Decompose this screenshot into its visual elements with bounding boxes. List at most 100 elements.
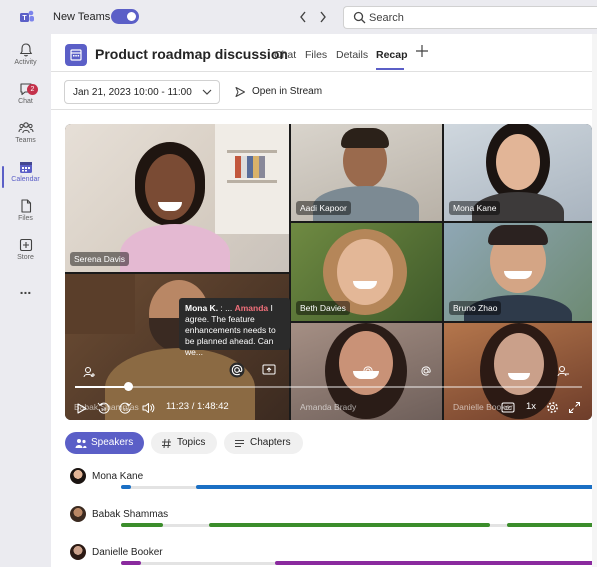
fullscreen-icon[interactable] [568, 401, 581, 414]
chapters-tab-label: Chapters [250, 437, 291, 448]
speaker-row[interactable]: Babak Shammas [51, 506, 597, 544]
speaking-segment[interactable] [121, 485, 131, 489]
speaker-timeline[interactable] [121, 561, 597, 565]
forward-10-icon[interactable]: 10 [119, 401, 132, 415]
calendar-icon [19, 162, 32, 173]
mention-marker-icon[interactable] [361, 364, 375, 378]
calendar-icon [70, 49, 82, 61]
chapters-tab[interactable]: Chapters [224, 432, 303, 454]
playback-speed-button[interactable]: 1x [526, 401, 536, 412]
open-in-stream-button[interactable]: Open in Stream [234, 86, 322, 97]
active-tab-indicator [376, 68, 404, 70]
rail-item-store[interactable]: Store [0, 237, 51, 275]
screenshare-marker-icon[interactable] [262, 364, 276, 376]
topics-tab[interactable]: Topics [151, 432, 217, 454]
meeting-title: Product roadmap discussion [95, 46, 288, 62]
settings-gear-icon[interactable] [546, 401, 559, 414]
tooltip-mention: Amanda [234, 303, 269, 313]
meeting-date-range: Jan 21, 2023 10:00 - 11:00 [73, 87, 192, 98]
participant-leave-icon[interactable] [556, 364, 570, 378]
participant-tile: Bruno Zhao [444, 223, 592, 321]
avatar [70, 506, 86, 522]
progress-fill [75, 386, 128, 388]
rail-item-chat[interactable]: 2 Chat [0, 81, 51, 119]
mention-marker-icon[interactable] [229, 362, 245, 378]
rewind-10-icon[interactable]: 10 [97, 401, 110, 415]
speaker-row[interactable]: Danielle Booker [51, 544, 597, 567]
store-icon [19, 238, 32, 252]
participant-name: Beth Davies [296, 301, 350, 315]
rail-item-activity[interactable]: Activity [0, 42, 51, 80]
toolbar-divider [51, 109, 597, 110]
header-divider [51, 71, 597, 72]
people-icon [75, 439, 87, 448]
new-teams-label: New Teams [53, 11, 111, 23]
speaking-segment[interactable] [546, 561, 597, 565]
mention-marker-icon[interactable] [419, 364, 433, 378]
rail-label: Activity [14, 59, 37, 66]
rail-item-calendar[interactable]: Calendar [0, 159, 51, 197]
svg-text:T: T [22, 15, 27, 22]
svg-text:CC: CC [504, 406, 512, 412]
participant-join-icon[interactable] [82, 365, 96, 379]
bookshelf [215, 124, 289, 234]
speakers-tab[interactable]: Speakers [65, 432, 144, 454]
stream-play-icon [235, 87, 245, 97]
teams-logo-icon: T [20, 10, 34, 22]
participant-face [496, 134, 540, 190]
rail-item-files[interactable]: Files [0, 198, 51, 236]
tab-recap[interactable]: Recap [376, 49, 408, 61]
progress-thumb[interactable] [123, 382, 133, 391]
more-apps-button[interactable]: ... [0, 282, 51, 322]
speaker-timeline[interactable] [121, 523, 597, 527]
speaker-row[interactable]: Mona Kane [51, 468, 597, 506]
toggle-knob [127, 12, 136, 21]
speaking-segment[interactable] [121, 561, 141, 565]
captions-icon[interactable]: CC [501, 402, 515, 413]
chevron-down-icon [202, 89, 212, 95]
add-tab-icon[interactable] [415, 44, 429, 58]
speaker-name: Babak Shammas [92, 509, 169, 520]
app-rail: Activity 2 Chat Teams Calendar Files Sto… [0, 34, 51, 567]
page-scrollbar[interactable] [592, 34, 597, 567]
participant-name: Bruno Zhao [449, 301, 502, 315]
chevron-right-icon[interactable] [318, 9, 328, 25]
tab-files[interactable]: Files [305, 49, 327, 61]
participant-name: Aadi Kapoor [296, 201, 351, 215]
speaking-segment[interactable] [121, 523, 163, 527]
speakers-tab-label: Speakers [91, 437, 134, 448]
speaking-segment[interactable] [301, 523, 490, 527]
rail-label: Calendar [11, 176, 40, 183]
new-teams-toggle[interactable] [111, 9, 139, 24]
avatar [70, 468, 86, 484]
volume-icon[interactable] [142, 402, 155, 414]
list-icon [235, 440, 244, 447]
speaker-name: Danielle Booker [92, 547, 163, 558]
play-icon[interactable] [77, 403, 87, 414]
bell-icon [19, 43, 32, 57]
speaking-segment[interactable] [457, 485, 597, 489]
participant-tile: Beth Davies [291, 223, 442, 321]
meeting-recording-player[interactable]: Serena Davis Aadi Kapoor Mona Kane Beth … [65, 124, 592, 420]
rail-item-teams[interactable]: Teams [0, 120, 51, 158]
search-input[interactable]: Search [343, 6, 597, 29]
meeting-icon [65, 44, 87, 66]
participant-name: Amanda Brady [300, 402, 357, 412]
search-icon [353, 11, 366, 24]
svg-text:10: 10 [101, 407, 107, 412]
rail-label: Chat [18, 98, 33, 105]
rail-label: Store [17, 254, 34, 261]
chevron-left-icon[interactable] [298, 9, 308, 25]
participant-shirt [120, 224, 230, 272]
tab-chat[interactable]: Chat [274, 49, 296, 61]
speaker-timeline[interactable] [121, 485, 597, 489]
participant-tile: Serena Davis [65, 124, 289, 272]
hashtag-icon [162, 438, 171, 449]
playback-progress-bar[interactable] [75, 382, 582, 391]
meeting-occurrence-dropdown[interactable]: Jan 21, 2023 10:00 - 11:00 [64, 80, 220, 104]
participant-name: Serena Davis [70, 252, 130, 266]
playback-time: 11:23 / 1:48:42 [166, 401, 229, 412]
tab-details[interactable]: Details [336, 49, 368, 61]
rail-label: Files [18, 215, 33, 222]
speaking-segment[interactable] [534, 523, 597, 527]
